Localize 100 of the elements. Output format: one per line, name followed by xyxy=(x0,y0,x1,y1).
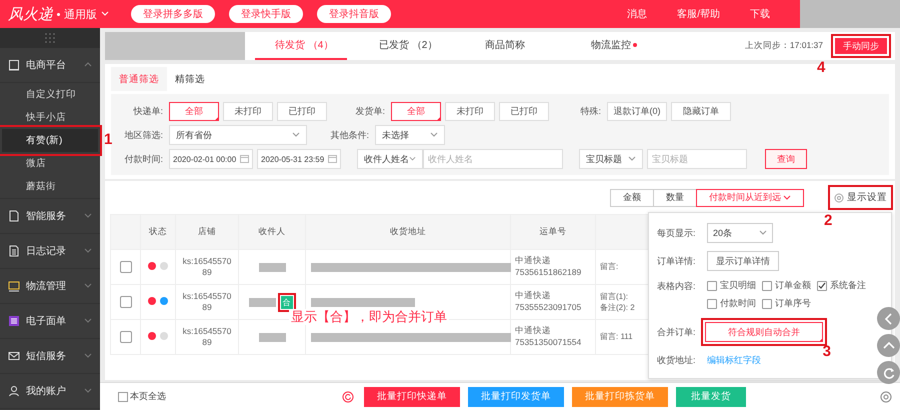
redacted-block xyxy=(258,333,286,342)
chevron-down-icon xyxy=(101,10,109,18)
tab[interactable]: 物流监控 xyxy=(565,32,665,60)
sidebar-item[interactable]: 蘑菇街 xyxy=(2,175,98,198)
checkbox[interactable] xyxy=(707,298,717,308)
chevron-down-icon xyxy=(84,387,92,395)
filter-option[interactable]: 退款订单(0) xyxy=(607,102,667,120)
group-label: 我的账户 xyxy=(26,384,67,398)
filter-option[interactable]: 已打印 xyxy=(277,102,327,120)
filter-label: 特殊: xyxy=(579,104,601,118)
tab[interactable]: 商品简称 xyxy=(459,32,559,60)
chevron-up-icon xyxy=(882,340,894,350)
dropdown[interactable]: 宝贝标题 xyxy=(579,149,643,169)
login-button[interactable]: 登录快手版 xyxy=(229,5,303,23)
logo-text: 风火递 xyxy=(8,4,53,24)
date-field[interactable]: 2020-05-31 23:59 xyxy=(257,149,341,169)
checkbox[interactable] xyxy=(118,392,128,402)
checkbox[interactable] xyxy=(120,296,132,308)
column-header: 收货地址 xyxy=(306,214,510,250)
sort-button[interactable]: 数量 xyxy=(653,188,697,206)
tab[interactable]: 待发货 （4） xyxy=(255,32,347,60)
edition-label: 通用版 xyxy=(64,8,97,22)
field-label: 每页显示: xyxy=(657,226,697,240)
chevron-up-icon xyxy=(84,61,92,69)
redacted-block xyxy=(258,263,286,272)
chevron-down-icon xyxy=(292,131,300,139)
login-button[interactable]: 登录拼多多版 xyxy=(131,5,215,23)
dropdown[interactable]: 收件人姓名 xyxy=(357,149,423,169)
separator-dot xyxy=(57,12,60,16)
table-cell: 备注(2): 2 xyxy=(600,302,635,314)
filter-option[interactable]: 已打印 xyxy=(499,102,549,120)
batch-button[interactable]: 批量打印快递单 xyxy=(364,386,460,406)
table-cell-text: 中通快递 xyxy=(515,290,552,302)
sort-button[interactable]: 付款时间从近到远 xyxy=(696,188,804,206)
chevron-down-icon xyxy=(628,155,636,163)
checkbox[interactable] xyxy=(762,280,772,290)
annotation-number: 3 xyxy=(822,344,831,359)
table-cell: 留言: 111 xyxy=(600,331,633,343)
order-detail-button[interactable]: 显示订单详情 xyxy=(707,251,779,271)
annotation-number: 4 xyxy=(817,60,826,75)
checkbox[interactable] xyxy=(707,280,717,290)
nav-link[interactable]: 下载 xyxy=(750,7,770,21)
chevron-down-icon xyxy=(409,155,416,163)
filter-option[interactable]: 隐藏订单 xyxy=(671,102,731,120)
annotation-number: 1 xyxy=(104,132,112,147)
checkbox[interactable] xyxy=(120,331,132,343)
sidebar-item[interactable]: 自定义打印 xyxy=(2,83,98,106)
dropdown[interactable]: 所有省份 xyxy=(169,125,307,145)
list-document-icon xyxy=(8,245,20,257)
document-icon xyxy=(8,210,20,222)
calendar-icon xyxy=(328,154,337,164)
checkbox-label: 付款时间 xyxy=(720,297,756,310)
sidebar-item[interactable]: 微店 xyxy=(2,152,98,175)
filter-option[interactable]: 未打印 xyxy=(223,102,273,120)
calendar-icon xyxy=(240,154,249,164)
table-cell-text: 75356151862189 xyxy=(515,267,582,279)
table-cell: ks:1654557089 xyxy=(182,256,232,278)
group-label: 智能服务 xyxy=(26,210,67,223)
checkbox-label: 系统备注 xyxy=(830,279,866,292)
checkbox-label: 订单金额 xyxy=(775,279,811,292)
chevron-down-icon xyxy=(84,352,92,360)
login-button[interactable]: 登录抖音版 xyxy=(317,5,391,23)
checkbox[interactable] xyxy=(120,261,132,273)
dropdown[interactable]: 未选择 xyxy=(375,125,445,145)
chevron-down-icon xyxy=(84,317,92,325)
sync-button[interactable]: 手动同步 xyxy=(835,38,887,54)
table-cell: ks:1654557089 xyxy=(182,290,232,314)
input-field[interactable]: 宝贝标题 xyxy=(647,149,747,169)
field-label: 合并订单: xyxy=(657,326,697,338)
chevron-left-icon xyxy=(884,312,894,324)
chevron-down-icon xyxy=(783,194,791,202)
input-field[interactable]: 收件人姓名 xyxy=(423,149,563,169)
filter-label: 快递单: xyxy=(132,104,163,118)
sort-button[interactable]: 金额 xyxy=(610,188,654,206)
sidebar-item[interactable]: 快手小店 xyxy=(2,106,98,129)
checkmark-icon xyxy=(818,282,826,290)
column-header: 状态 xyxy=(140,214,176,250)
envelope-icon xyxy=(8,350,20,362)
group-label: 电子面单 xyxy=(26,314,67,328)
filter-option[interactable]: 全部 xyxy=(169,102,219,120)
filter-tab[interactable]: 精筛选 xyxy=(167,67,213,91)
table-cell-text: 中通快递 xyxy=(515,325,552,337)
auto-merge-button[interactable]: 符合规则自动合并 xyxy=(705,322,823,342)
filter-label: 其他条件: xyxy=(329,128,369,142)
field-label: 收货地址: xyxy=(657,354,697,367)
date-field[interactable]: 2020-02-01 00:00 xyxy=(169,149,253,169)
dropdown[interactable]: 20条 xyxy=(707,223,773,243)
filter-option[interactable]: 全部 xyxy=(391,102,441,120)
chevron-down-icon xyxy=(759,229,767,237)
filter-option[interactable]: 未打印 xyxy=(445,102,495,120)
checkbox-label: 订单序号 xyxy=(775,297,811,310)
group-label: 物流管理 xyxy=(26,280,67,293)
annotation-text: 显示【合】，即为合并订单 xyxy=(289,309,449,325)
nav-link[interactable]: 消息 xyxy=(627,7,648,21)
annotation-number: 2 xyxy=(824,213,832,228)
merge-badge: 合 xyxy=(280,296,292,308)
tab[interactable]: 已发货 （2） xyxy=(353,32,453,60)
checkbox[interactable] xyxy=(762,298,772,308)
checkbox[interactable] xyxy=(817,280,827,290)
nav-link[interactable]: 客服/帮助 xyxy=(677,7,720,21)
